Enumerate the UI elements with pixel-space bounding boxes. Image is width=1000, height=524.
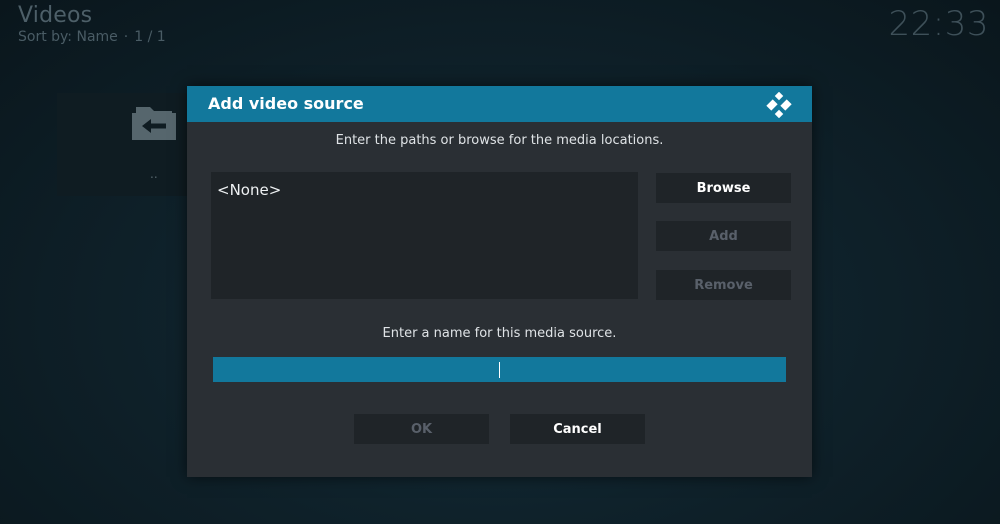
- paths-list[interactable]: <None>: [211, 172, 638, 299]
- parent-folder-label: ..: [150, 167, 158, 181]
- page-indicator: 1 / 1: [134, 29, 166, 45]
- kodi-logo-icon: [766, 92, 792, 118]
- separator: ·: [123, 29, 129, 45]
- path-item-none[interactable]: <None>: [217, 181, 281, 199]
- cancel-button[interactable]: Cancel: [510, 414, 645, 444]
- text-caret: [499, 362, 500, 378]
- sort-info: Sort by: Name · 1 / 1: [18, 29, 166, 45]
- add-video-source-dialog: Add video source Enter the paths or brow…: [187, 86, 812, 477]
- dialog-header: Add video source: [187, 86, 812, 122]
- dialog-title: Add video source: [208, 94, 364, 113]
- remove-button[interactable]: Remove: [656, 270, 791, 300]
- source-name-input[interactable]: [213, 357, 786, 382]
- ok-button[interactable]: OK: [354, 414, 489, 444]
- name-instruction: Enter a name for this media source.: [382, 326, 617, 341]
- paths-instruction: Enter the paths or browse for the media …: [335, 133, 664, 148]
- window-title: Videos: [18, 3, 93, 28]
- sort-label: Sort by: Name: [18, 29, 118, 45]
- clock: 22:33: [888, 4, 989, 44]
- folder-back-icon: [132, 107, 176, 140]
- browse-button[interactable]: Browse: [656, 173, 791, 203]
- add-button[interactable]: Add: [656, 221, 791, 251]
